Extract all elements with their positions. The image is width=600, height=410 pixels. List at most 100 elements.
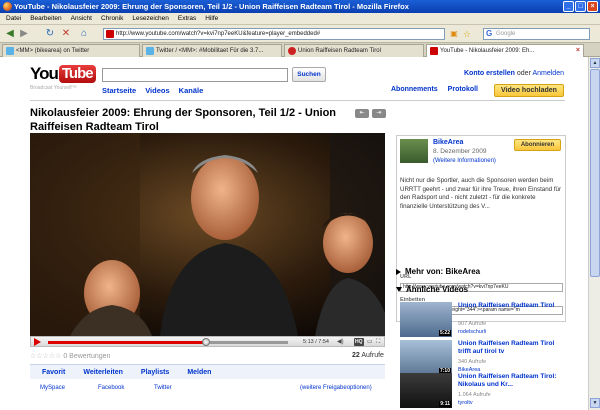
rating-count: 0 Bewertungen	[63, 353, 111, 360]
expand-arrow-icon	[396, 268, 401, 275]
back-arrow-icon[interactable]: ◀	[4, 28, 16, 40]
web-search-placeholder: Google	[496, 31, 516, 37]
play-icon[interactable]	[34, 338, 41, 346]
fullscreen-icon[interactable]: ⛶	[376, 338, 380, 346]
next-video-icon[interactable]: ⇥	[372, 109, 386, 118]
seek-bar[interactable]	[48, 341, 288, 344]
uploader-name[interactable]: BikeArea	[433, 139, 463, 146]
uploader-avatar[interactable]	[400, 139, 428, 163]
address-bar[interactable]: http://www.youtube.com/watch?v=kvi7np7ee…	[103, 28, 445, 40]
menu-lesezeichen[interactable]: Lesezeichen	[132, 13, 169, 24]
nav-videos[interactable]: Videos	[145, 86, 169, 95]
tab-twitter-mobilitaet[interactable]: Twitter / <MM>: #Mobilitaet Für die 3.7.…	[142, 44, 282, 57]
scroll-down-icon[interactable]: ▼	[590, 398, 600, 408]
nav-kanaele[interactable]: Kanäle	[179, 86, 204, 95]
more-info-link[interactable]: (Weitere Informationen)	[433, 157, 496, 166]
menu-chronik[interactable]: Chronik	[101, 13, 123, 24]
report-button[interactable]: Melden	[169, 365, 211, 379]
login-link[interactable]: Anmelden	[532, 70, 564, 77]
volume-icon[interactable]: ◀)	[337, 338, 344, 346]
scroll-up-icon[interactable]: ▲	[590, 58, 600, 68]
video-title: Nikolausfeier 2009: Ehrung der Sponsoren…	[30, 107, 337, 133]
related-video[interactable]: 5:22 Union Raiffeisen Radteam Tirol 907 …	[400, 302, 565, 338]
menu-hilfe[interactable]: Hilfe	[205, 13, 218, 24]
related-thumbnail[interactable]: 5:22	[400, 302, 452, 337]
related-user[interactable]: tyroltv	[458, 400, 473, 406]
more-from-label: Mehr von: BikeArea	[405, 267, 481, 276]
share-twitter[interactable]: Twitter	[154, 385, 172, 391]
time-display: 5:13 / 7:54	[303, 339, 329, 345]
video-frame	[30, 133, 385, 336]
rating-stars-icon[interactable]: ☆☆☆☆☆	[30, 353, 61, 360]
playlists-button[interactable]: Playlists	[123, 365, 169, 379]
stop-icon[interactable]: ✕	[60, 28, 72, 40]
main-nav: Startseite Videos Kanäle	[102, 86, 203, 95]
user-nav: Abonnements Protokoll	[391, 86, 478, 93]
google-icon: G	[486, 29, 493, 38]
create-account-link[interactable]: Konto erstellen	[464, 70, 515, 77]
youtube-search-button[interactable]: Suchen	[292, 67, 326, 82]
related-title[interactable]: Union Raiffeisen Radteam Tirol trifft au…	[458, 340, 563, 356]
related-thumbnail[interactable]: 7:10	[400, 340, 452, 375]
nav-abonnements[interactable]: Abonnements	[391, 86, 438, 93]
hq-icon[interactable]: HQ	[354, 338, 364, 346]
tab-twitter-bikearea[interactable]: <MM> (bikearea) on Twitter	[2, 44, 140, 57]
menu-datei[interactable]: Datei	[6, 13, 21, 24]
page-scrollbar[interactable]: ▲ ▼	[588, 57, 600, 410]
related-user[interactable]: rodelschurli	[458, 329, 486, 335]
close-window-button[interactable]: ×	[587, 1, 598, 12]
youtube-search-input[interactable]	[102, 68, 288, 82]
tab-label: Union Raiffeisen Radteam Tirol	[298, 48, 381, 54]
logo-tube: Tube	[58, 65, 96, 83]
menu-ansicht[interactable]: Ansicht	[71, 13, 92, 24]
related-title[interactable]: Union Raiffeisen Radteam Tirol: Nikolaus…	[458, 373, 563, 389]
window-title: YouTube - Nikolausfeier 2009: Ehrung der…	[14, 2, 409, 11]
related-views: 1.064 Aufrufe	[458, 392, 491, 398]
nav-startseite[interactable]: Startseite	[102, 86, 136, 95]
maximize-button[interactable]: □	[575, 1, 586, 12]
radteam-icon	[288, 47, 296, 55]
forward-button[interactable]: Weiterleiten	[65, 365, 123, 379]
seek-handle[interactable]	[202, 338, 211, 346]
web-search-input[interactable]: G Google	[483, 28, 590, 40]
share-myspace[interactable]: MySpace	[40, 385, 65, 391]
reload-icon[interactable]: ↻	[44, 28, 56, 40]
action-bar: Favorit Weiterleiten Playlists Melden	[30, 364, 385, 379]
popout-icon[interactable]: ▭	[367, 338, 373, 346]
rating: ☆☆☆☆☆ 0 Bewertungen	[30, 352, 110, 360]
related-header[interactable]: Ähnliche Videos	[396, 285, 468, 294]
subscribe-button[interactable]: Abonnieren	[514, 139, 561, 151]
account-links: Konto erstellen oder Anmelden	[464, 70, 564, 77]
related-thumbnail[interactable]: 9:11	[400, 373, 452, 408]
scrollbar-thumb[interactable]	[590, 69, 600, 277]
share-facebook[interactable]: Facebook	[98, 385, 124, 391]
related-video[interactable]: 9:11 Union Raiffeisen Radteam Tirol: Nik…	[400, 373, 565, 409]
close-tab-icon[interactable]: ×	[576, 45, 580, 57]
site-favicon-icon	[106, 30, 114, 38]
tab-youtube[interactable]: YouTube - Nikolausfeier 2009: Eh... ×	[426, 44, 584, 57]
video-player[interactable]	[30, 133, 385, 336]
home-icon[interactable]: ⌂	[78, 28, 90, 40]
firefox-icon	[3, 2, 12, 11]
more-share-options[interactable]: (weitere Freigabeoptionen)	[300, 385, 372, 391]
prev-video-icon[interactable]: ⇤	[355, 109, 369, 118]
menu-bearbeiten[interactable]: Bearbeiten	[30, 13, 61, 24]
youtube-logo[interactable]: You Tube	[30, 63, 96, 85]
related-video[interactable]: 7:10 Union Raiffeisen Radteam Tirol trif…	[400, 340, 565, 376]
youtube-page: You Tube Broadcast Yourself™ Suchen Kont…	[0, 57, 600, 410]
related-title[interactable]: Union Raiffeisen Radteam Tirol	[458, 302, 563, 310]
views-label: Aufrufe	[361, 352, 384, 359]
more-from-header[interactable]: Mehr von: BikeArea	[396, 267, 480, 276]
favorite-button[interactable]: Favorit	[30, 365, 65, 379]
related-label: Ähnliche Videos	[406, 285, 469, 294]
related-views: 907 Aufrufe	[458, 321, 487, 327]
tab-radteam[interactable]: Union Raiffeisen Radteam Tirol	[284, 44, 424, 57]
bookmark-star-icon[interactable]: ☆	[461, 28, 473, 40]
rss-icon[interactable]: ▣	[448, 28, 460, 40]
menu-extras[interactable]: Extras	[178, 13, 196, 24]
forward-arrow-icon[interactable]: ▶	[18, 28, 30, 40]
minimize-button[interactable]: _	[563, 1, 574, 12]
upload-video-button[interactable]: Video hochladen	[494, 84, 564, 97]
nav-protokoll[interactable]: Protokoll	[448, 86, 478, 93]
tagline: Broadcast Yourself™	[30, 85, 77, 91]
